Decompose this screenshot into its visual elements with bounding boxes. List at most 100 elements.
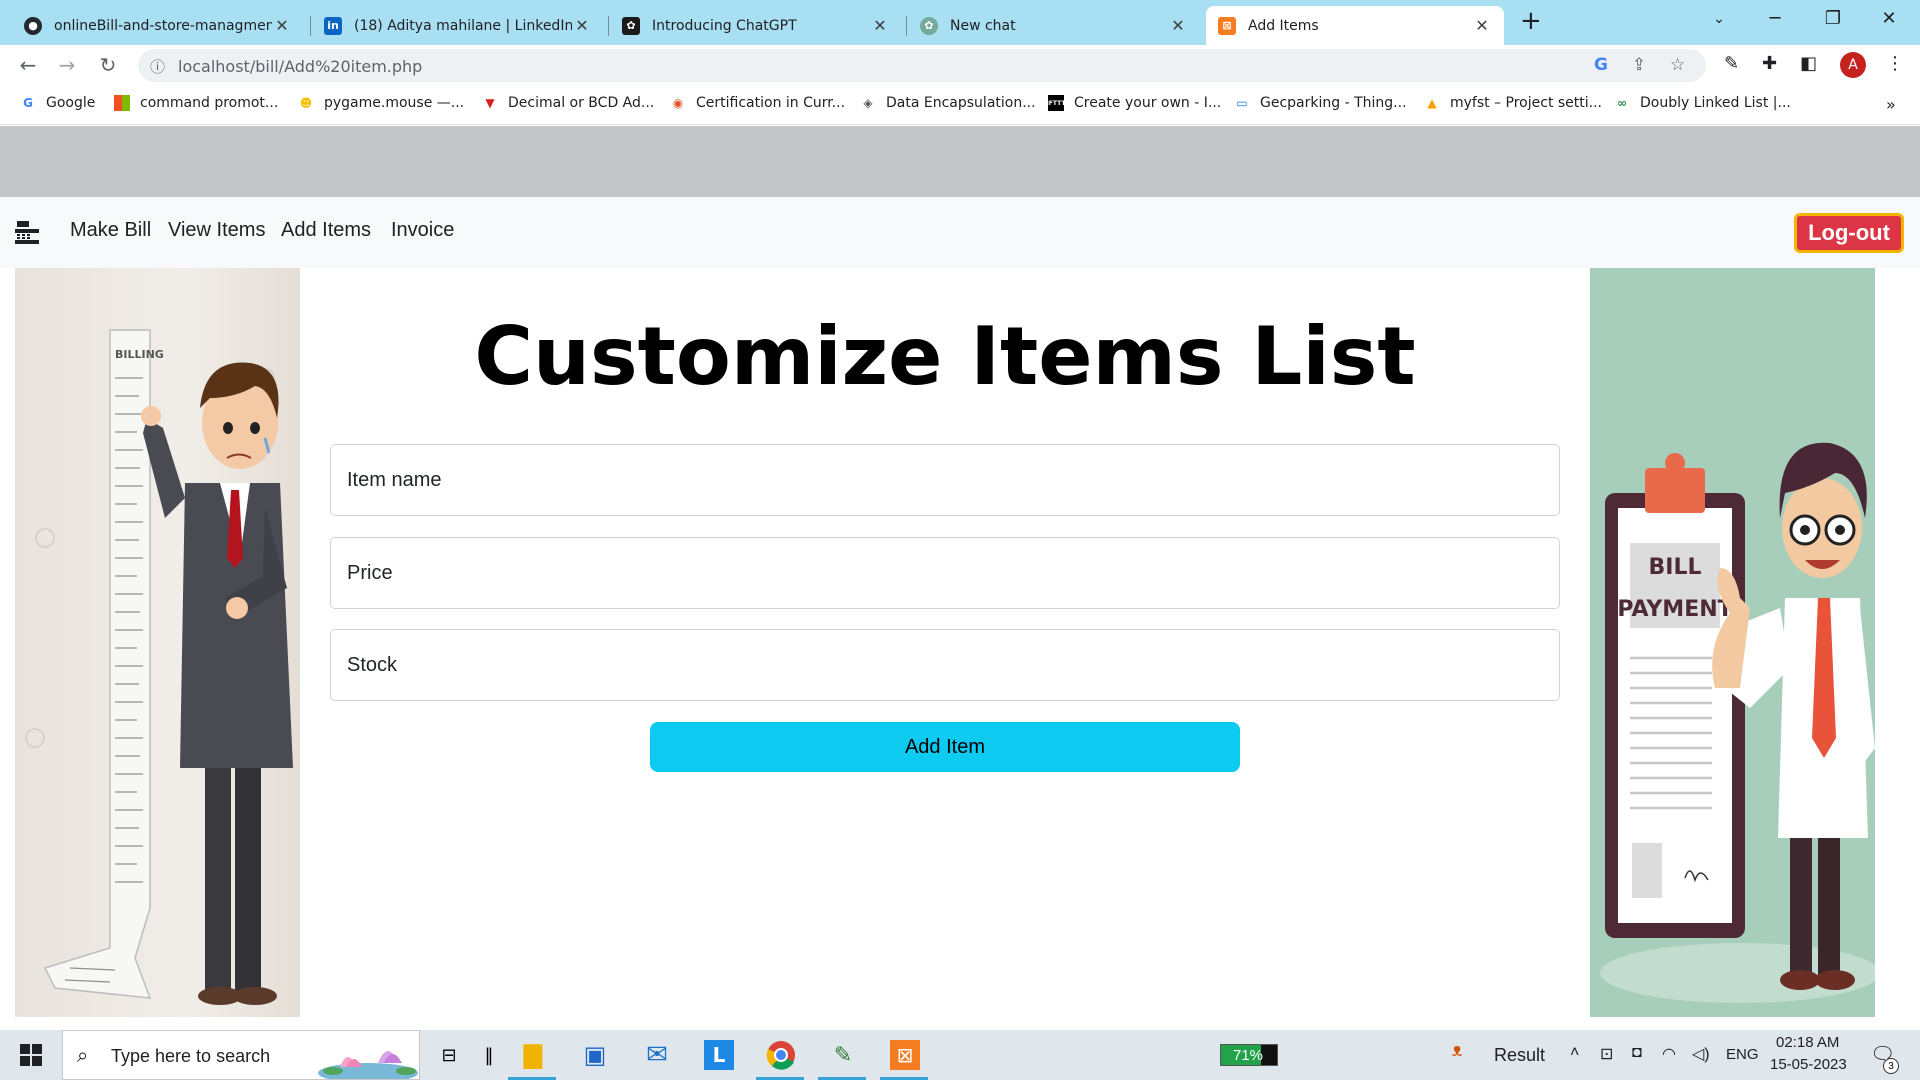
new-tab-button[interactable]: + <box>1520 6 1542 36</box>
chat-icon: ▭ <box>1236 96 1248 110</box>
tab-new-chat[interactable]: ✿ New chat ✕ <box>908 6 1200 45</box>
firebase-icon: ▲ <box>1427 96 1437 110</box>
tab-introducing-chatgpt[interactable]: ✿ Introducing ChatGPT ✕ <box>610 6 902 45</box>
python-icon: ☻ <box>299 96 313 110</box>
chevron-up-icon[interactable]: ˄ <box>1570 1044 1579 1062</box>
tab-linkedin[interactable]: in (18) Aditya mahilane | LinkedIn ✕ <box>312 6 604 45</box>
openai-icon: ✿ <box>622 16 640 35</box>
cert-icon: ◉ <box>672 96 684 110</box>
bookmark-ifttt[interactable]: IFTTT Create your own - I... <box>1047 95 1221 111</box>
address-bar[interactable]: ⓘ localhost/bill/Add%20item.php G ⇪ ☆ <box>138 49 1706 82</box>
clock-time[interactable]: 02:18 AM <box>1776 1034 1839 1051</box>
bookmark-label: myfst – Project setti... <box>1450 95 1603 111</box>
logout-button[interactable]: Log-out <box>1794 213 1904 253</box>
forward-icon[interactable]: → <box>53 53 81 77</box>
webcam-icon[interactable]: ◘ <box>1632 1044 1642 1062</box>
tab-divider <box>608 16 609 36</box>
lotus-pond-icon <box>318 1051 418 1079</box>
board-line-2: PAYMENT <box>1617 597 1732 622</box>
bookmark-data-encapsulation[interactable]: ◈ Data Encapsulation... <box>860 95 1035 111</box>
cricket-icon[interactable]: ᵜ <box>1452 1038 1462 1069</box>
tab-divider <box>906 16 907 36</box>
nav-make-bill[interactable]: Make Bill <box>70 219 151 242</box>
bookmark-label: Decimal or BCD Ad... <box>508 95 655 111</box>
volume-icon[interactable]: ◁) <box>1692 1044 1710 1064</box>
back-icon[interactable]: ← <box>14 53 42 77</box>
share-icon[interactable]: ⇪ <box>1632 55 1646 75</box>
tab-github[interactable]: ● onlineBill-and-store-managment ✕ <box>12 6 304 45</box>
tab-add-items[interactable]: ⊠ Add Items ✕ <box>1206 6 1504 45</box>
close-icon[interactable]: ✕ <box>870 16 890 35</box>
profile-avatar[interactable]: A <box>1840 52 1866 78</box>
close-icon[interactable]: ✕ <box>1472 16 1492 35</box>
url-text[interactable]: localhost/bill/Add%20item.php <box>178 57 422 76</box>
file-explorer-icon[interactable]: ▇ <box>518 1040 548 1070</box>
taskbar-search-box[interactable]: ⌕ Type here to search <box>62 1030 420 1080</box>
bookmark-google[interactable]: G Google <box>20 95 95 111</box>
stock-input[interactable] <box>330 629 1560 701</box>
google-icon: G <box>23 96 33 110</box>
close-icon[interactable]: ✕ <box>572 16 592 35</box>
bookmark-certification[interactable]: ◉ Certification in Curr... <box>670 95 845 111</box>
bookmark-gecparking[interactable]: ▭ Gecparking - Thing... <box>1234 95 1407 111</box>
info-icon[interactable]: ⓘ <box>150 56 165 77</box>
nav-invoice[interactable]: Invoice <box>391 219 454 242</box>
result-label[interactable]: Result <box>1494 1045 1545 1066</box>
tab-search-icon[interactable]: ⌄ <box>1696 11 1742 27</box>
chrome-icon[interactable] <box>766 1040 796 1070</box>
side-panel-icon[interactable]: ◧ <box>1800 53 1817 74</box>
bookmark-label: Certification in Curr... <box>696 95 846 111</box>
bookmark-label: Doubly Linked List |... <box>1640 95 1791 111</box>
receipt-label: BILLING <box>115 348 164 361</box>
minimize-icon[interactable]: ─ <box>1752 8 1798 29</box>
bookmark-pygame[interactable]: ☻ pygame.mouse —... <box>298 95 464 111</box>
gfg-icon: ∞ <box>1617 96 1627 110</box>
nav-view-items[interactable]: View Items <box>168 219 265 242</box>
bookmark-command-prompt[interactable]: command promot... <box>114 95 278 111</box>
battery-percent: 71% <box>1233 1047 1264 1064</box>
nav-add-items[interactable]: Add Items <box>281 219 371 242</box>
meet-now-icon[interactable]: ⊡ <box>1600 1044 1613 1064</box>
l-app-icon[interactable]: L <box>704 1040 734 1070</box>
more-bookmarks-icon[interactable]: » <box>1886 95 1896 114</box>
tab-divider <box>310 16 311 36</box>
add-item-button[interactable]: Add Item <box>650 722 1240 772</box>
close-icon[interactable]: ✕ <box>272 16 292 35</box>
windows-start-icon[interactable] <box>16 1040 46 1070</box>
bookmark-doubly-linked-list[interactable]: ∞ Doubly Linked List |... <box>1614 95 1791 111</box>
wifi-icon[interactable]: ◠ <box>1662 1044 1676 1064</box>
paint-icon[interactable]: ✎ <box>828 1040 858 1070</box>
microsoft-store-icon[interactable]: ▣ <box>580 1040 610 1070</box>
menu-kebab-icon[interactable]: ⋮ <box>1886 53 1904 74</box>
v-icon: ▼ <box>485 96 495 110</box>
reload-icon[interactable]: ↻ <box>94 53 122 77</box>
bill-payment-image: BILL PAYMENT <box>1600 442 1875 1003</box>
tab-title: (18) Aditya mahilane | LinkedIn <box>354 17 572 34</box>
close-icon[interactable]: ✕ <box>1168 16 1188 35</box>
bookmark-label: Gecparking - Thing... <box>1260 95 1407 111</box>
extension-pen-icon[interactable]: ✎ <box>1724 53 1739 74</box>
mail-icon[interactable]: ✉ <box>642 1040 672 1070</box>
bookmark-label: Google <box>46 95 96 111</box>
cash-register-icon[interactable] <box>14 219 40 245</box>
extensions-puzzle-icon[interactable]: ✚ <box>1762 53 1777 74</box>
windows-taskbar: ⌕ Type here to search ⊟ ‖ ▇ ▣ ✉ L ✎ ⊠ 71… <box>0 1030 1920 1080</box>
window-close-icon[interactable]: ✕ <box>1866 8 1912 29</box>
xampp-taskbar-icon[interactable]: ⊠ <box>890 1040 920 1070</box>
task-view-icon[interactable]: ⊟ <box>434 1040 464 1070</box>
bookmark-decimal-bcd[interactable]: ▼ Decimal or BCD Ad... <box>482 95 654 111</box>
bookmark-star-icon[interactable]: ☆ <box>1670 55 1685 75</box>
diamond-icon: ◈ <box>863 96 873 110</box>
page-header-band <box>0 126 1920 197</box>
billing-man-image: BILLING <box>25 329 293 1005</box>
search-placeholder: Type here to search <box>111 1046 271 1066</box>
language-indicator[interactable]: ENG <box>1726 1046 1759 1063</box>
item-name-input[interactable] <box>330 444 1560 516</box>
google-lens-icon[interactable]: G <box>1594 55 1608 75</box>
restore-icon[interactable]: ❐ <box>1810 8 1856 29</box>
tab-title: Introducing ChatGPT <box>652 17 797 34</box>
clock-date[interactable]: 15-05-2023 <box>1770 1056 1847 1073</box>
bill-payment-illustration-right: BILL PAYMENT <box>1590 268 1875 1017</box>
bookmark-myfst[interactable]: ▲ myfst – Project setti... <box>1424 95 1602 111</box>
price-input[interactable] <box>330 537 1560 609</box>
